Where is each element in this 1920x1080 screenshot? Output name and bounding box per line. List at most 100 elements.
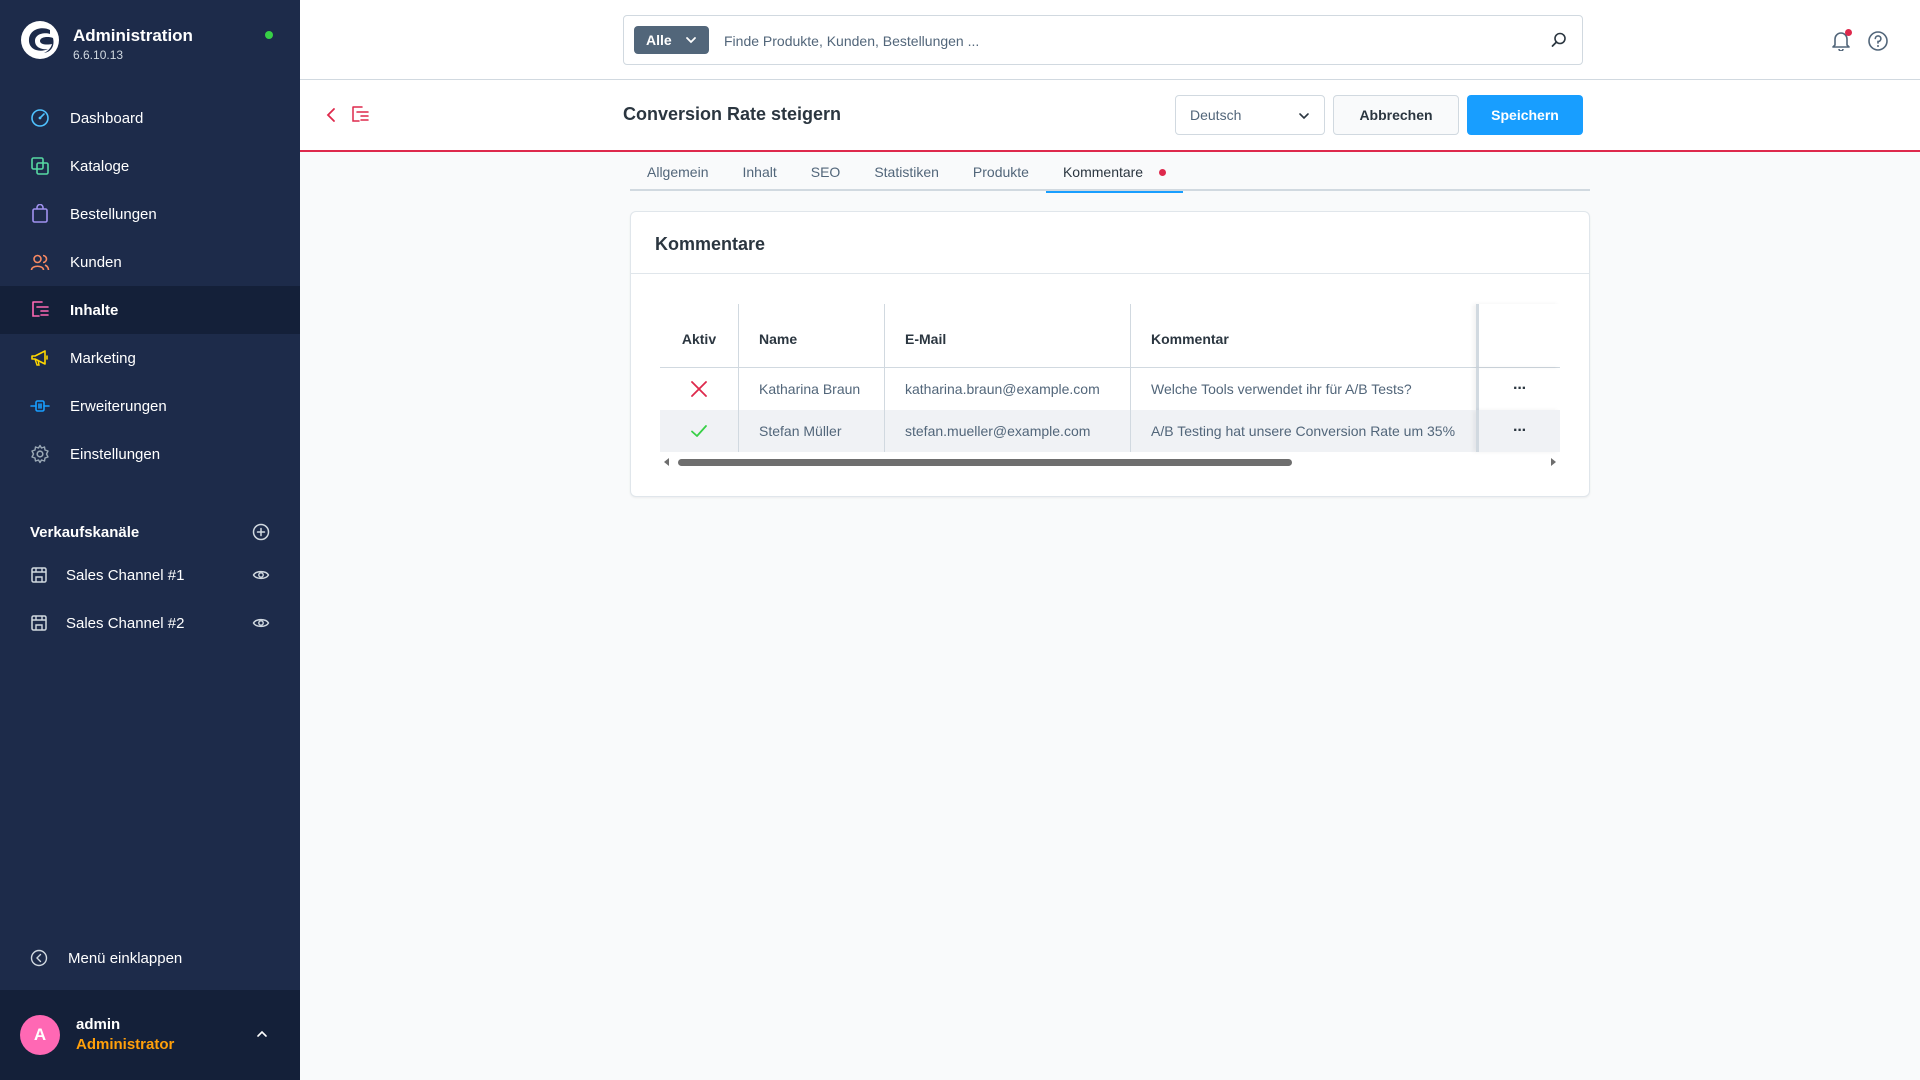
tab-seo[interactable]: SEO <box>794 154 858 191</box>
table-row[interactable]: Stefan Müller stefan.mueller@example.com… <box>660 410 1560 452</box>
tab-label: Inhalt <box>742 164 777 180</box>
sidebar-item-label: Erweiterungen <box>70 397 167 415</box>
brand: Administration 6.6.10.13 <box>20 20 280 68</box>
tab-label: Produkte <box>972 164 1029 180</box>
sidebar-item-label: Dashboard <box>70 109 144 127</box>
language-select[interactable]: Deutsch <box>1175 95 1325 135</box>
sidebar-item-customers[interactable]: Kunden <box>0 238 300 286</box>
search-input[interactable] <box>724 26 1504 56</box>
tab-bar: Allgemein Inhalt SEO Statistiken Produkt… <box>630 154 1590 193</box>
sidebar-item-label: Kataloge <box>70 157 130 175</box>
tab-statistics[interactable]: Statistiken <box>857 154 956 191</box>
row-actions-button[interactable]: ··· <box>1476 368 1560 410</box>
status-indicator <box>265 31 273 39</box>
comments-grid: Aktiv Name E-Mail Kommentar Katharina Br… <box>660 304 1560 452</box>
chevron-down-icon <box>686 37 696 44</box>
cell-active <box>660 368 738 410</box>
avatar: A <box>20 1015 60 1055</box>
column-header-email[interactable]: E-Mail <box>884 304 1130 367</box>
table-row[interactable]: Katharina Braun katharina.braun@example.… <box>660 368 1560 410</box>
help-icon[interactable] <box>1867 30 1889 52</box>
sidebar: Administration 6.6.10.13 Dashboard Katal… <box>0 0 300 1080</box>
orders-bag-icon <box>30 204 50 224</box>
column-header-active[interactable]: Aktiv <box>660 304 738 367</box>
cancel-button[interactable]: Abbrechen <box>1333 95 1459 135</box>
eye-icon[interactable] <box>252 566 270 584</box>
user-role: Administrator <box>76 1036 175 1053</box>
scroll-left-icon[interactable] <box>663 458 671 466</box>
notification-badge <box>1845 29 1852 36</box>
ellipsis-icon: ··· <box>1513 380 1527 397</box>
smart-bar: Conversion Rate steigern Deutsch Abbrech… <box>300 80 1920 152</box>
tab-label: Statistiken <box>874 164 939 180</box>
checkmark-icon <box>691 425 707 437</box>
app-title: Administration <box>73 26 193 45</box>
column-header-comment[interactable]: Kommentar <box>1130 304 1476 367</box>
scrollbar-thumb[interactable] <box>678 459 1292 466</box>
sales-channel-label: Sales Channel #1 <box>66 566 185 584</box>
chevron-up-icon[interactable] <box>254 1026 270 1042</box>
horizontal-scrollbar[interactable] <box>660 455 1560 469</box>
catalog-icon <box>30 156 50 176</box>
sidebar-item-orders[interactable]: Bestellungen <box>0 190 300 238</box>
collapse-menu-button[interactable]: Menü einklappen <box>30 944 182 972</box>
sidebar-item-settings[interactable]: Einstellungen <box>0 430 300 478</box>
unsaved-indicator <box>1159 168 1167 176</box>
sidebar-item-label: Kunden <box>70 253 122 271</box>
tab-general[interactable]: Allgemein <box>630 154 725 191</box>
comments-card: Kommentare Aktiv Name E-Mail Kommentar K… <box>630 211 1590 497</box>
dashboard-icon <box>30 108 50 128</box>
page-title: Conversion Rate steigern <box>623 104 842 124</box>
storefront-icon <box>31 615 47 631</box>
cell-comment: Welche Tools verwendet ihr für A/B Tests… <box>1130 368 1476 410</box>
search-icon[interactable] <box>1550 31 1568 49</box>
sidebar-item-extensions[interactable]: Erweiterungen <box>0 382 300 430</box>
tab-content[interactable]: Inhalt <box>725 154 793 191</box>
cell-email: katharina.braun@example.com <box>884 368 1130 410</box>
cell-name: Katharina Braun <box>738 368 884 410</box>
storefront-icon <box>31 567 47 583</box>
collapse-menu-label: Menü einklappen <box>68 949 183 967</box>
top-header: Alle <box>300 0 1920 80</box>
chevron-left-circle-icon <box>30 949 48 967</box>
sidebar-item-content[interactable]: Inhalte <box>0 286 300 334</box>
back-arrow-icon[interactable] <box>322 106 340 124</box>
column-header-actions <box>1476 304 1560 367</box>
cell-active <box>660 410 738 452</box>
global-search: Alle <box>623 15 1583 65</box>
column-header-name[interactable]: Name <box>738 304 884 367</box>
sales-channels-title: Verkaufskanäle <box>30 523 140 541</box>
tab-products[interactable]: Produkte <box>956 154 1046 191</box>
search-type-label: Alle <box>646 32 672 48</box>
card-title: Kommentare <box>655 234 766 254</box>
grid-header-row: Aktiv Name E-Mail Kommentar <box>660 304 1560 368</box>
sidebar-item-dashboard[interactable]: Dashboard <box>0 94 300 142</box>
sidebar-item-label: Einstellungen <box>70 445 161 463</box>
megaphone-icon <box>30 348 50 368</box>
content-module-icon <box>352 106 369 122</box>
sidebar-item-marketing[interactable]: Marketing <box>0 334 300 382</box>
scroll-right-icon[interactable] <box>1549 458 1557 466</box>
cell-name: Stefan Müller <box>738 410 884 452</box>
gear-icon <box>30 444 50 464</box>
save-button[interactable]: Speichern <box>1467 95 1583 135</box>
sales-channel-item-2[interactable]: Sales Channel #2 <box>30 603 270 643</box>
card-divider <box>631 273 1589 274</box>
user-name: admin <box>76 1016 121 1033</box>
x-mark-icon <box>691 381 707 397</box>
tab-comments[interactable]: Kommentare <box>1045 154 1184 193</box>
search-type-dropdown[interactable]: Alle <box>634 26 709 54</box>
tab-label: Kommentare <box>1062 164 1144 180</box>
sidebar-item-label: Inhalte <box>70 301 119 319</box>
ellipsis-icon: ··· <box>1513 422 1527 439</box>
sales-channel-item-1[interactable]: Sales Channel #1 <box>30 555 270 595</box>
add-sales-channel-icon[interactable] <box>252 523 270 541</box>
eye-icon[interactable] <box>252 614 270 632</box>
row-actions-button[interactable]: ··· <box>1476 410 1560 452</box>
main-navigation: Dashboard Kataloge Bestellungen Kunden I… <box>0 94 300 478</box>
user-menu[interactable]: A admin Administrator <box>0 990 300 1080</box>
customers-icon <box>30 252 50 272</box>
sidebar-item-catalogs[interactable]: Kataloge <box>0 142 300 190</box>
tab-label: Allgemein <box>647 164 709 180</box>
cell-email: stefan.mueller@example.com <box>884 410 1130 452</box>
